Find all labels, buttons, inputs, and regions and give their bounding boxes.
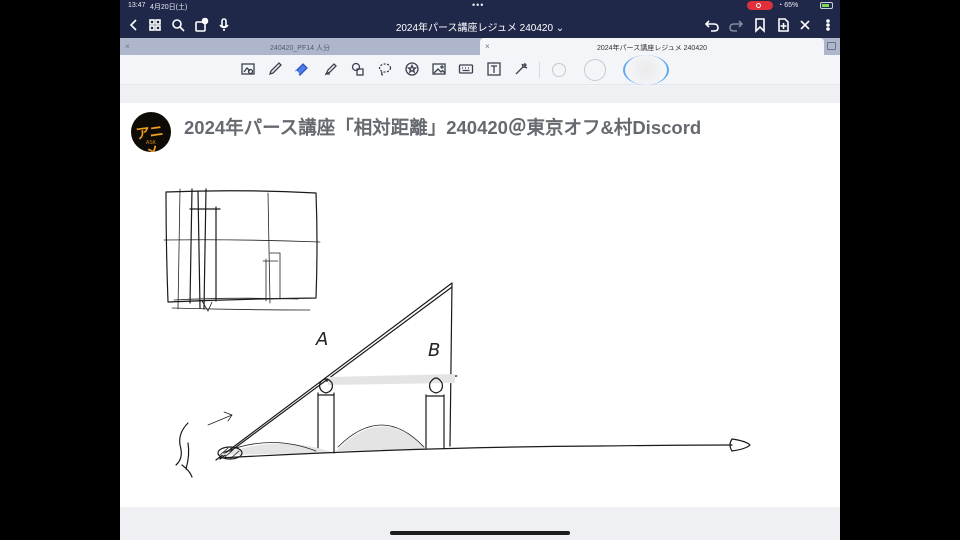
close-icon[interactable] xyxy=(797,17,813,33)
home-indicator[interactable] xyxy=(390,531,570,535)
bookmark-icon[interactable] xyxy=(752,17,768,33)
lasso-icon[interactable] xyxy=(377,61,393,77)
chevron-down-icon: ⌄ xyxy=(555,23,565,34)
image-icon[interactable] xyxy=(431,61,447,77)
more-icon[interactable] xyxy=(820,17,836,33)
shapes-icon[interactable] xyxy=(350,61,366,77)
undo-icon[interactable] xyxy=(704,17,720,33)
status-indicators: ◔ 65% xyxy=(778,2,798,9)
viewer-eye xyxy=(175,411,233,478)
laser-pointer-icon[interactable] xyxy=(513,61,529,77)
handwritten-sketch[interactable]: A B xyxy=(120,103,840,507)
pen-size-large-selected[interactable] xyxy=(623,55,669,85)
wifi-icon: ◔ xyxy=(778,2,783,9)
textbox-icon[interactable] xyxy=(486,61,502,77)
tab-label: 240420_PF14 人分 xyxy=(270,45,330,52)
tab-bar: × 240420_PF14 人分 × 2024年パース講座レジュメ 240420 xyxy=(120,38,840,55)
document-title-text: 2024年パース講座レジュメ 240420 xyxy=(395,23,554,34)
highlighter-icon[interactable] xyxy=(323,61,339,77)
app-bar: 2024年パース講座レジュメ 240420 ⌄ xyxy=(120,13,840,38)
label-b: B xyxy=(428,340,440,361)
battery-percent: 65% xyxy=(784,2,799,9)
top-bar: 13:47 4月20日(土) ••• ◔ 65% 2024年パース講座レジュメ … xyxy=(120,0,840,38)
tab-pf14[interactable]: × 240420_PF14 人分 xyxy=(120,38,480,55)
toolbar-divider xyxy=(539,62,540,78)
status-time: 13:47 xyxy=(128,2,146,9)
multitasking-dots-icon[interactable]: ••• xyxy=(472,0,484,10)
tab-lecture-notes[interactable]: × 2024年パース講座レジュメ 240420 xyxy=(480,38,824,55)
status-date: 4月20日(土) xyxy=(150,4,188,11)
pen-icon[interactable] xyxy=(267,61,283,77)
split-view-icon[interactable] xyxy=(827,42,836,50)
sticker-icon[interactable] xyxy=(404,61,420,77)
add-page-icon[interactable] xyxy=(775,17,791,33)
drawing-toolbar xyxy=(120,55,840,85)
battery-icon xyxy=(820,2,833,9)
tab-label: 2024年パース講座レジュメ 240420 xyxy=(596,45,708,52)
pen-size-small[interactable] xyxy=(552,63,566,77)
pen-size-medium[interactable] xyxy=(584,59,606,81)
redo-icon[interactable] xyxy=(728,17,744,33)
eraser-icon[interactable] xyxy=(293,61,309,77)
label-a: A xyxy=(315,329,328,350)
note-page[interactable]: アニメ ASK 2024年パース講座「相対距離」240420＠東京オフ&村Dis… xyxy=(120,103,840,507)
lasso-image-icon[interactable] xyxy=(240,61,256,77)
keyboard-icon[interactable] xyxy=(458,61,474,77)
thumbnail-sketch xyxy=(163,188,321,312)
screen-recording-icon[interactable] xyxy=(747,1,773,10)
app-window: 13:47 4月20日(土) ••• ◔ 65% 2024年パース講座レジュメ … xyxy=(120,0,840,540)
status-bar: 13:47 4月20日(土) ••• ◔ 65% xyxy=(120,0,840,12)
